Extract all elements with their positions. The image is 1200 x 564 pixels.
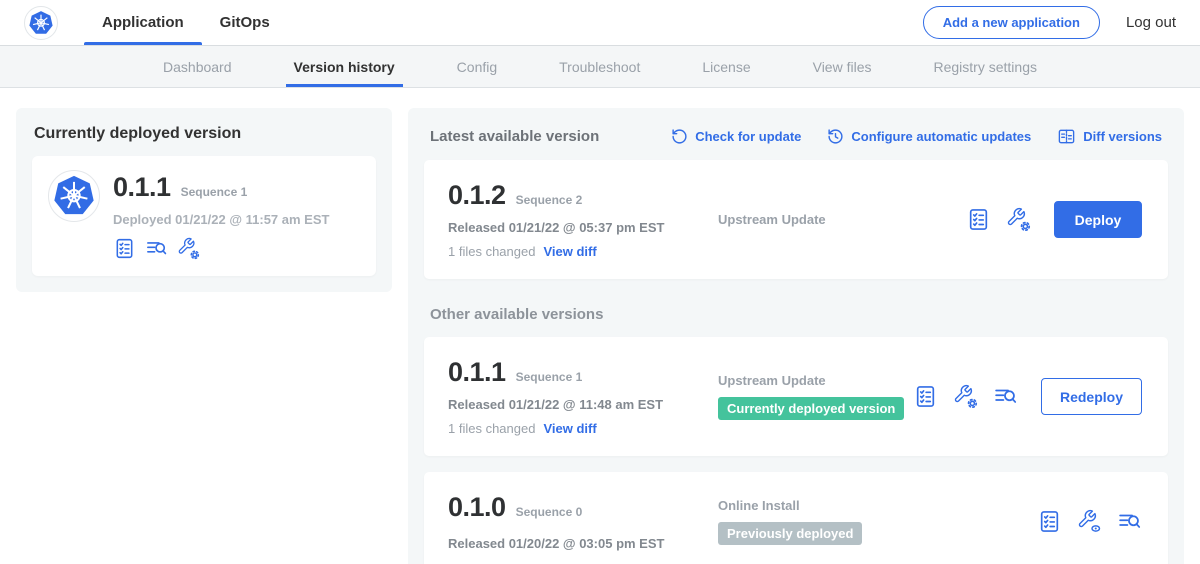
preflight-checks-icon[interactable]	[145, 237, 168, 260]
config-view-icon[interactable]	[1077, 509, 1102, 534]
version-number: 0.1.1	[448, 357, 506, 388]
previously-deployed-badge: Previously deployed	[718, 522, 862, 545]
release-notes-icon[interactable]	[966, 207, 991, 232]
version-number: 0.1.2	[448, 180, 506, 211]
configure-automatic-updates-link[interactable]: Configure automatic updates	[827, 128, 1031, 145]
subnav-troubleshoot[interactable]: Troubleshoot	[557, 46, 642, 87]
currently-deployed-panel: Currently deployed version 0.1.1 Sequenc…	[16, 108, 392, 292]
subnav-version-history[interactable]: Version history	[292, 46, 397, 87]
subnav-view-files[interactable]: View files	[811, 46, 874, 87]
files-changed-label: 1 files changed	[448, 421, 535, 436]
top-tabs: Application GitOps	[84, 0, 288, 45]
check-for-update-label: Check for update	[695, 129, 801, 144]
version-history-panel: Latest available version Check for updat…	[408, 108, 1184, 564]
released-timestamp: Released 01/20/22 @ 03:05 pm EST	[448, 536, 706, 551]
configure-automatic-updates-label: Configure automatic updates	[851, 129, 1031, 144]
view-diff-link[interactable]: View diff	[543, 421, 596, 436]
deployed-panel-title: Currently deployed version	[34, 125, 374, 143]
other-versions-title: Other available versions	[430, 306, 1162, 323]
deployed-version-card: 0.1.1 Sequence 1 Deployed 01/21/22 @ 11:…	[32, 156, 376, 276]
currently-deployed-badge: Currently deployed version	[718, 397, 904, 420]
deployed-timestamp: Deployed 01/21/22 @ 11:57 am EST	[113, 212, 329, 227]
deployed-sequence-label: Sequence 1	[181, 185, 248, 199]
version-card-0-1-1: 0.1.1 Sequence 1 Released 01/21/22 @ 11:…	[424, 337, 1168, 456]
check-for-update-link[interactable]: Check for update	[671, 128, 801, 145]
app-sub-nav: Dashboard Version history Config Trouble…	[0, 46, 1200, 88]
redeploy-button[interactable]: Redeploy	[1041, 378, 1142, 415]
deployed-version-number: 0.1.1	[113, 172, 171, 203]
tab-application[interactable]: Application	[84, 0, 202, 45]
release-notes-icon[interactable]	[913, 384, 938, 409]
version-card-0-1-2: 0.1.2 Sequence 2 Released 01/21/22 @ 05:…	[424, 160, 1168, 279]
app-icon	[48, 170, 100, 222]
subnav-registry-settings[interactable]: Registry settings	[932, 46, 1039, 87]
config-icon[interactable]	[177, 237, 200, 260]
release-notes-icon[interactable]	[1037, 509, 1062, 534]
sequence-label: Sequence 1	[516, 370, 583, 384]
config-icon[interactable]	[1006, 207, 1031, 232]
app-logo	[24, 0, 58, 45]
refresh-icon	[671, 128, 688, 145]
schedule-update-icon	[827, 128, 844, 145]
version-source-label: Upstream Update	[718, 212, 966, 227]
sequence-label: Sequence 2	[516, 193, 583, 207]
kubernetes-logo-icon	[28, 10, 54, 36]
latest-version-title: Latest available version	[430, 128, 599, 145]
release-notes-icon[interactable]	[113, 237, 136, 260]
tab-gitops[interactable]: GitOps	[202, 0, 288, 45]
preflight-checks-icon[interactable]	[1117, 509, 1142, 534]
view-diff-link[interactable]: View diff	[543, 244, 596, 259]
deploy-button[interactable]: Deploy	[1054, 201, 1142, 238]
subnav-dashboard[interactable]: Dashboard	[161, 46, 234, 87]
sequence-label: Sequence 0	[516, 505, 583, 519]
version-source-label: Upstream Update	[718, 373, 913, 388]
config-icon[interactable]	[953, 384, 978, 409]
diff-icon	[1057, 127, 1076, 146]
logout-button[interactable]: Log out	[1126, 14, 1176, 31]
kubernetes-logo-icon	[52, 174, 96, 218]
add-application-button[interactable]: Add a new application	[923, 6, 1100, 39]
subnav-license[interactable]: License	[700, 46, 752, 87]
diff-versions-link[interactable]: Diff versions	[1057, 127, 1162, 146]
diff-versions-label: Diff versions	[1083, 129, 1162, 144]
files-changed-label: 1 files changed	[448, 244, 535, 259]
released-timestamp: Released 01/21/22 @ 11:48 am EST	[448, 397, 706, 412]
top-nav: Application GitOps Add a new application…	[0, 0, 1200, 46]
version-source-label: Online Install	[718, 498, 1037, 513]
preflight-checks-icon[interactable]	[993, 384, 1018, 409]
released-timestamp: Released 01/21/22 @ 05:37 pm EST	[448, 220, 706, 235]
subnav-config[interactable]: Config	[455, 46, 499, 87]
version-card-0-1-0: 0.1.0 Sequence 0 Released 01/20/22 @ 03:…	[424, 472, 1168, 564]
version-number: 0.1.0	[448, 492, 506, 523]
